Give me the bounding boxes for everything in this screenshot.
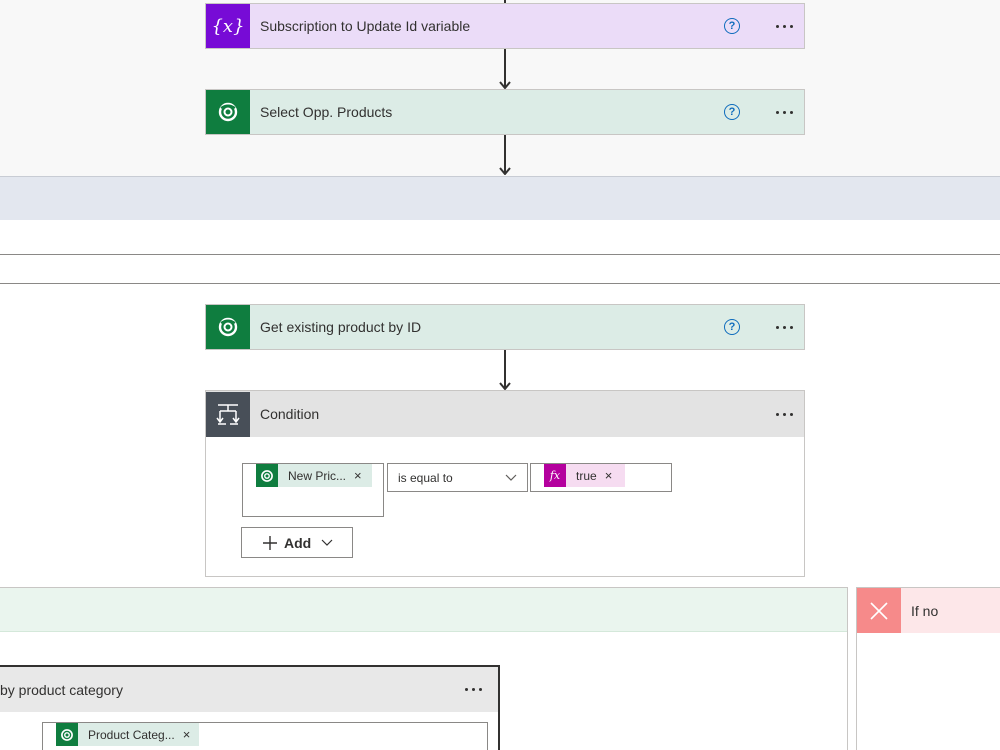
more-options-icon[interactable] [764, 110, 804, 114]
dataverse-icon [206, 305, 250, 349]
condition-right-operand-field[interactable]: fx true × [530, 463, 672, 492]
condition-operator-dropdown[interactable]: is equal to [387, 463, 528, 492]
if-yes-header[interactable] [0, 587, 847, 632]
more-options-icon[interactable] [764, 325, 804, 329]
switch-card: by product category Product Categ... × [0, 665, 500, 750]
remove-token-icon[interactable]: × [605, 468, 619, 483]
plus-icon [263, 535, 277, 550]
condition-icon [206, 391, 250, 437]
action-title: Get existing product by ID [260, 319, 422, 335]
remove-token-icon[interactable]: × [354, 468, 368, 483]
operator-label: is equal to [398, 470, 453, 485]
add-condition-button[interactable]: Add [241, 527, 353, 558]
help-icon[interactable]: ? [724, 18, 740, 34]
token-label: true [576, 468, 597, 483]
condition-title: Condition [260, 406, 320, 422]
add-button-label: Add [284, 534, 312, 551]
if-no-header[interactable]: If no [857, 588, 1000, 633]
more-options-icon[interactable] [448, 688, 498, 691]
if-no-branch: If no [856, 587, 1000, 750]
switch-on-field[interactable]: Product Categ... × [42, 722, 488, 750]
action-card-get-existing-product[interactable]: Get existing product by ID ? [205, 304, 805, 350]
switch-header[interactable]: by product category [0, 667, 498, 712]
more-options-icon[interactable] [764, 412, 804, 416]
dynamic-content-token[interactable]: Product Categ... × [56, 723, 199, 746]
variable-icon: {x} [206, 4, 250, 48]
if-no-label: If no [911, 602, 939, 619]
chevron-down-icon [321, 539, 333, 546]
switch-title: by product category [0, 681, 123, 698]
action-card-subscription-variable[interactable]: {x} Subscription to Update Id variable ? [205, 3, 805, 49]
condition-header[interactable]: Condition [206, 391, 804, 437]
dataverse-icon [256, 464, 278, 487]
dynamic-content-token[interactable]: New Pric... × [256, 464, 372, 487]
dataverse-icon [206, 90, 250, 134]
help-icon[interactable]: ? [724, 104, 740, 120]
close-icon [857, 588, 901, 633]
expression-token[interactable]: fx true × [544, 464, 625, 487]
action-title: Subscription to Update Id variable [260, 18, 471, 34]
remove-token-icon[interactable]: × [183, 727, 197, 742]
help-icon[interactable]: ? [724, 319, 740, 335]
condition-card: Condition New Pric... × is equal to fx t… [205, 390, 805, 577]
dataverse-icon [56, 723, 78, 746]
connector-arrow [499, 49, 511, 89]
action-title: Select Opp. Products [260, 104, 393, 120]
condition-left-operand-field[interactable]: New Pric... × [242, 463, 384, 517]
connector-arrow [499, 135, 511, 175]
expression-icon: fx [544, 464, 566, 487]
action-card-select-opp-products[interactable]: Select Opp. Products ? [205, 89, 805, 135]
scope-header-bar[interactable] [0, 176, 1000, 220]
token-label: Product Categ... [88, 727, 175, 742]
more-options-icon[interactable] [764, 24, 804, 28]
connector-arrow [499, 350, 511, 390]
token-label: New Pric... [288, 468, 347, 483]
divider-line [0, 254, 1000, 255]
divider-line [0, 283, 1000, 284]
chevron-down-icon [505, 474, 517, 481]
